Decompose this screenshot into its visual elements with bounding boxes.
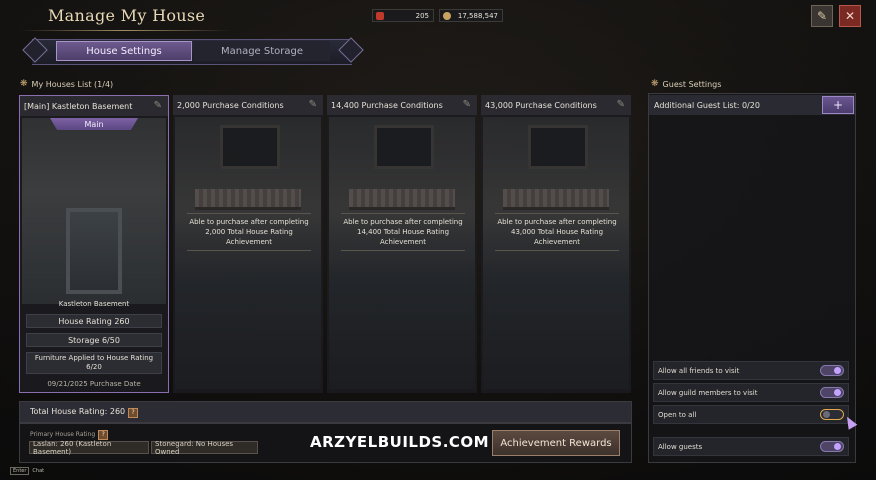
edit-icon: ✎ — [462, 99, 471, 110]
fleur-icon: ❋ — [20, 79, 28, 89]
slot-title-text: 14,400 Purchase Conditions — [331, 100, 443, 110]
toggle-knob — [834, 367, 841, 374]
window-image — [528, 125, 588, 169]
toggle-knob — [823, 411, 830, 418]
energy-counter: 205 — [372, 9, 434, 22]
watermark: ARZYELBUILDS.COM — [310, 433, 490, 451]
primary-tag-stonegard: Stonegard: No Houses Owned — [151, 440, 258, 456]
total-rating-text: Total House Rating: 260 — [30, 407, 126, 416]
page-title: Manage My House — [48, 6, 206, 25]
total-rating-bar: Total House Rating: 260? — [19, 401, 632, 423]
toggle-label: Allow all friends to visit — [658, 366, 740, 375]
toggle-knob — [834, 389, 841, 396]
slot-title: 14,400 Purchase Conditions ✎ — [327, 95, 477, 115]
house-card-main[interactable]: [Main] Kastleton Basement ✎ Main Kastlet… — [19, 95, 169, 393]
friends-toggle[interactable] — [820, 365, 844, 376]
total-rating: Total House Rating: 260? — [30, 407, 139, 418]
house-location: Kastleton Basement — [58, 300, 130, 308]
furniture-row: Furniture Applied to House Rating 6/20 — [26, 352, 162, 374]
guest-list-header: Additional Guest List: 0/20 + — [649, 95, 855, 115]
awning-image — [349, 189, 455, 210]
slot-title-text: 43,000 Purchase Conditions — [485, 100, 597, 110]
edit-icon: ✎ — [616, 99, 625, 110]
slot-condition: Able to purchase after completing 14,400… — [341, 213, 465, 251]
tab-house-settings[interactable]: House Settings — [56, 41, 192, 61]
title-underline — [20, 30, 230, 31]
slot-image — [483, 117, 629, 389]
tab-manage-storage[interactable]: Manage Storage — [194, 41, 330, 61]
open-to-all-toggle[interactable] — [820, 409, 844, 420]
toggle-label: Allow guild members to visit — [658, 388, 758, 397]
awning-image — [195, 189, 301, 210]
edit-icon: ✎ — [308, 99, 317, 110]
tab-bar: House Settings Manage Storage — [22, 37, 364, 65]
close-icon: ✕ — [844, 9, 856, 23]
toggle-label: Open to all — [658, 410, 697, 419]
house-card-title: [Main] Kastleton Basement ✎ — [20, 96, 168, 116]
slot-image — [329, 117, 475, 389]
primary-rating-label: Primary House Rating? — [30, 430, 109, 440]
house-slot-3[interactable]: 43,000 Purchase Conditions ✎ Able to pur… — [481, 95, 631, 393]
slot-condition: Able to purchase after completing 43,000… — [495, 213, 619, 251]
close-button[interactable]: ✕ — [839, 5, 861, 27]
guest-settings-heading-text: Guest Settings — [662, 79, 722, 89]
chat-hint: Enter Chat — [10, 467, 44, 475]
slot-title: 2,000 Purchase Conditions ✎ — [173, 95, 323, 115]
guests-toggle[interactable] — [820, 441, 844, 452]
achievement-rewards-button[interactable]: Achievement Rewards — [492, 430, 620, 456]
house-rating-row: House Rating 260 — [26, 314, 162, 328]
primary-rating-label-text: Primary House Rating — [30, 431, 96, 438]
plus-icon: + — [832, 98, 844, 112]
door-image — [66, 208, 122, 294]
book-icon: ✎ — [816, 9, 828, 23]
guild-toggle[interactable] — [820, 387, 844, 398]
awning-image — [503, 189, 609, 210]
main-badge: Main — [50, 118, 138, 130]
toggle-knob — [834, 443, 841, 450]
slot-title-text: 2,000 Purchase Conditions — [177, 100, 284, 110]
toggle-row-guests: Allow guests — [653, 437, 849, 456]
toggle-row-open: Open to all — [653, 405, 849, 424]
enter-key: Enter — [10, 467, 30, 475]
silver-coin-icon — [443, 12, 451, 20]
help-icon[interactable]: ? — [98, 430, 109, 440]
energy-icon — [376, 12, 384, 20]
slot-title: 43,000 Purchase Conditions ✎ — [481, 95, 631, 115]
house-slot-1[interactable]: 2,000 Purchase Conditions ✎ Able to purc… — [173, 95, 323, 393]
house-image — [22, 118, 166, 304]
silver-value: 17,588,547 — [457, 11, 498, 20]
house-guide-button[interactable]: ✎ — [811, 5, 833, 27]
add-guest-button[interactable]: + — [822, 96, 854, 114]
window-image — [220, 125, 280, 169]
slot-image — [175, 117, 321, 389]
houses-list-heading-text: My Houses List (1/4) — [31, 79, 114, 89]
edit-icon[interactable]: ✎ — [154, 100, 162, 111]
house-name: [Main] Kastleton Basement — [24, 101, 133, 111]
toggle-row-guild: Allow guild members to visit — [653, 383, 849, 402]
toggle-row-friends: Allow all friends to visit — [653, 361, 849, 380]
house-slot-2[interactable]: 14,400 Purchase Conditions ✎ Able to pur… — [327, 95, 477, 393]
houses-list-heading: ❋ My Houses List (1/4) — [20, 79, 113, 89]
chat-label: Chat — [32, 468, 45, 474]
fleur-icon: ❋ — [651, 79, 659, 89]
toggle-label: Allow guests — [658, 442, 703, 451]
window-image — [374, 125, 434, 169]
storage-row: Storage 6/50 — [26, 333, 162, 347]
purchase-date: 09/21/2025 Purchase Date — [47, 380, 141, 388]
slot-condition: Able to purchase after completing 2,000 … — [187, 213, 311, 251]
silver-counter: 17,588,547 — [439, 9, 503, 22]
help-icon[interactable]: ? — [128, 408, 139, 418]
primary-tag-laslan: Laslan: 260 (Kastleton Basement) — [29, 440, 149, 456]
energy-value: 205 — [415, 11, 429, 20]
guest-settings-heading: ❋ Guest Settings — [651, 79, 721, 89]
guest-list-label: Additional Guest List: 0/20 — [654, 101, 760, 110]
